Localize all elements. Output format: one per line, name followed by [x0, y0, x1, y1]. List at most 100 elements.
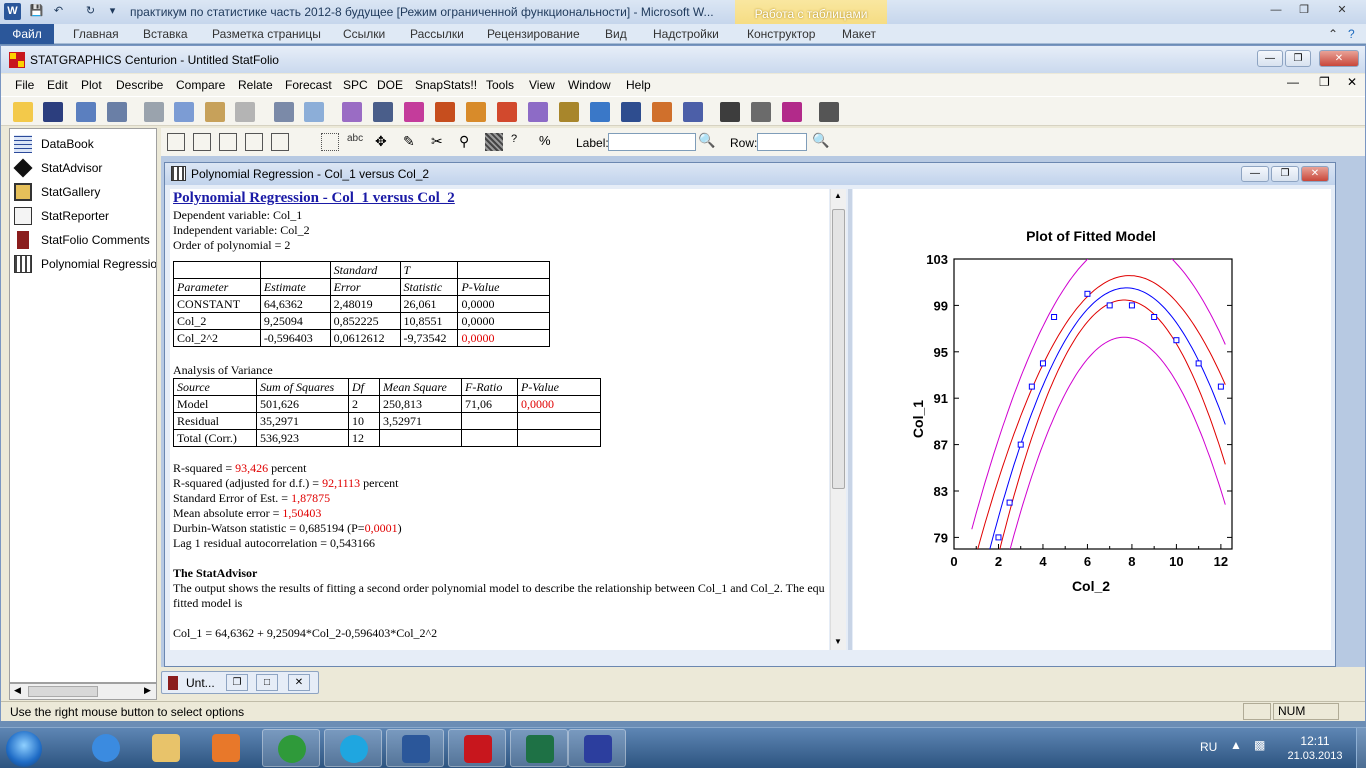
navigator-horizontal-scrollbar[interactable]: ◀ ▶ [9, 683, 157, 700]
select-icon[interactable] [321, 133, 339, 151]
show-desktop-button[interactable] [1356, 728, 1366, 768]
zoom-icon[interactable]: ⚲ [459, 133, 477, 151]
bar-chart-icon[interactable] [683, 102, 703, 122]
sidebar-item-statreporter[interactable]: StatReporter [12, 205, 156, 227]
save-results-icon[interactable] [271, 133, 289, 151]
taskbar-utorrent[interactable] [262, 729, 320, 767]
input-dialog-icon[interactable] [167, 133, 185, 151]
menu-edit[interactable]: Edit [47, 78, 68, 92]
percent-icon[interactable]: % [539, 133, 557, 151]
menu-file[interactable]: File [15, 78, 34, 92]
redo-icon[interactable]: ↻ [82, 3, 99, 20]
child-close-button[interactable]: ✕ [1301, 166, 1329, 182]
child-restore-button[interactable]: ❐ [1271, 166, 1299, 182]
mini-maximize-button[interactable]: □ [256, 674, 278, 691]
pane-splitter[interactable] [848, 189, 852, 650]
tab-home[interactable]: Главная [73, 27, 119, 41]
word-minimize-button[interactable]: — [1262, 2, 1290, 19]
tab-mailings[interactable]: Рассылки [410, 27, 464, 41]
app-restore-button[interactable]: ❐ [1285, 50, 1311, 67]
tab-file[interactable]: Файл [0, 24, 54, 44]
menu-view[interactable]: View [529, 78, 555, 92]
word-icon[interactable]: W [4, 3, 21, 20]
taskbar-excel[interactable] [510, 729, 568, 767]
scroll-up-icon[interactable]: ▲ [834, 191, 842, 200]
graphs-icon[interactable] [245, 133, 263, 151]
taskbar-word[interactable] [386, 729, 444, 767]
scroll-thumb[interactable] [832, 209, 845, 489]
analysis-options-icon[interactable] [193, 133, 211, 151]
menu-window[interactable]: Window [568, 78, 611, 92]
help-icon[interactable]: ? [1348, 27, 1355, 41]
shading-icon[interactable] [485, 133, 503, 151]
table-icon[interactable] [373, 102, 393, 122]
menu-plot[interactable]: Plot [81, 78, 102, 92]
menu-spc[interactable]: SPC [343, 78, 368, 92]
minimized-statfolio-window[interactable]: Unt... ❐ □ ✕ [161, 671, 319, 694]
forecast-icon[interactable] [652, 102, 672, 122]
word-restore-button[interactable]: ❐ [1290, 2, 1318, 19]
statadvisor-toolbar-icon[interactable] [720, 102, 740, 122]
scatterplot-icon[interactable] [342, 102, 362, 122]
tab-references[interactable]: Ссылки [343, 27, 385, 41]
menu-relate[interactable]: Relate [238, 78, 273, 92]
menu-help[interactable]: Help [626, 78, 651, 92]
sidebar-item-databook[interactable]: DataBook [12, 133, 156, 155]
network-icon[interactable]: ▩ [1254, 738, 1265, 752]
scroll-right-icon[interactable]: ▶ [144, 685, 151, 696]
label-input[interactable] [608, 133, 696, 151]
tray-expand-icon[interactable]: ▲ [1230, 738, 1242, 752]
copy-icon[interactable] [174, 102, 194, 122]
app-minimize-button[interactable]: — [1257, 50, 1283, 67]
taskbar-skype[interactable] [324, 729, 382, 767]
sidebar-item-statadvisor[interactable]: StatAdvisor [12, 157, 156, 179]
taskbar-explorer[interactable] [137, 729, 195, 767]
sidebar-item-statgallery[interactable]: StatGallery [12, 181, 156, 203]
tab-layout[interactable]: Макет [842, 27, 876, 41]
menu-describe[interactable]: Describe [116, 78, 163, 92]
sidebar-item-polynomial-regression[interactable]: Polynomial Regression - C [12, 253, 156, 275]
sidebar-item-statfolio-comments[interactable]: StatFolio Comments [12, 229, 156, 251]
menu-forecast[interactable]: Forecast [285, 78, 332, 92]
print-preview-icon[interactable] [304, 102, 324, 122]
calculator-icon[interactable] [819, 102, 839, 122]
scroll-thumb[interactable] [28, 686, 98, 697]
histogram-icon[interactable] [435, 102, 455, 122]
menu-doe[interactable]: DOE [377, 78, 403, 92]
menu-compare[interactable]: Compare [176, 78, 225, 92]
taskbar-statgraphics[interactable] [448, 729, 506, 767]
cut-icon[interactable] [144, 102, 164, 122]
mdi-close-button[interactable]: ✕ [1347, 75, 1357, 89]
mini-close-button[interactable]: ✕ [288, 674, 310, 691]
customize-quick-access-icon[interactable]: ▾ [104, 3, 121, 20]
clock-time[interactable]: 12:11 [1285, 734, 1345, 748]
report-pane[interactable]: Polynomial Regression - Col_1 versus Col… [170, 189, 829, 650]
clock-date[interactable]: 21.03.2013 [1280, 750, 1350, 762]
tab-design[interactable]: Конструктор [747, 27, 815, 41]
word-close-button[interactable]: ✕ [1322, 2, 1362, 19]
xy-plot-icon[interactable] [466, 102, 486, 122]
paste-icon[interactable] [205, 102, 225, 122]
taskbar-media-player[interactable] [197, 729, 255, 767]
language-indicator[interactable]: RU [1200, 740, 1217, 754]
wizard-icon[interactable] [751, 102, 771, 122]
find-row-icon[interactable]: 🔍 [812, 132, 829, 149]
datasheet-icon[interactable] [76, 102, 96, 122]
save-all-icon[interactable] [107, 102, 127, 122]
fitted-model-plot[interactable]: Plot of Fitted Model Col_2 Col_1 0 2 4 6 8 10… [853, 189, 1331, 650]
scroll-down-icon[interactable]: ▼ [834, 637, 842, 646]
control-chart-icon[interactable] [590, 102, 610, 122]
open-icon[interactable] [13, 102, 33, 122]
multiple-regression-icon[interactable] [528, 102, 548, 122]
row-input[interactable] [757, 133, 807, 151]
exclude-points-icon[interactable]: ✂ [431, 133, 449, 151]
menu-snapstats[interactable]: SnapStats!! [415, 78, 477, 92]
brush-icon[interactable]: ✎ [403, 133, 421, 151]
doe-icon[interactable] [621, 102, 641, 122]
tab-view[interactable]: Вид [605, 27, 627, 41]
taskbar-internet-explorer[interactable] [77, 729, 135, 767]
report-vertical-scrollbar[interactable]: ▲ ▼ [830, 189, 846, 650]
save-icon[interactable]: 💾 [28, 3, 45, 20]
start-button[interactable] [6, 731, 42, 767]
undo-icon[interactable] [235, 102, 255, 122]
